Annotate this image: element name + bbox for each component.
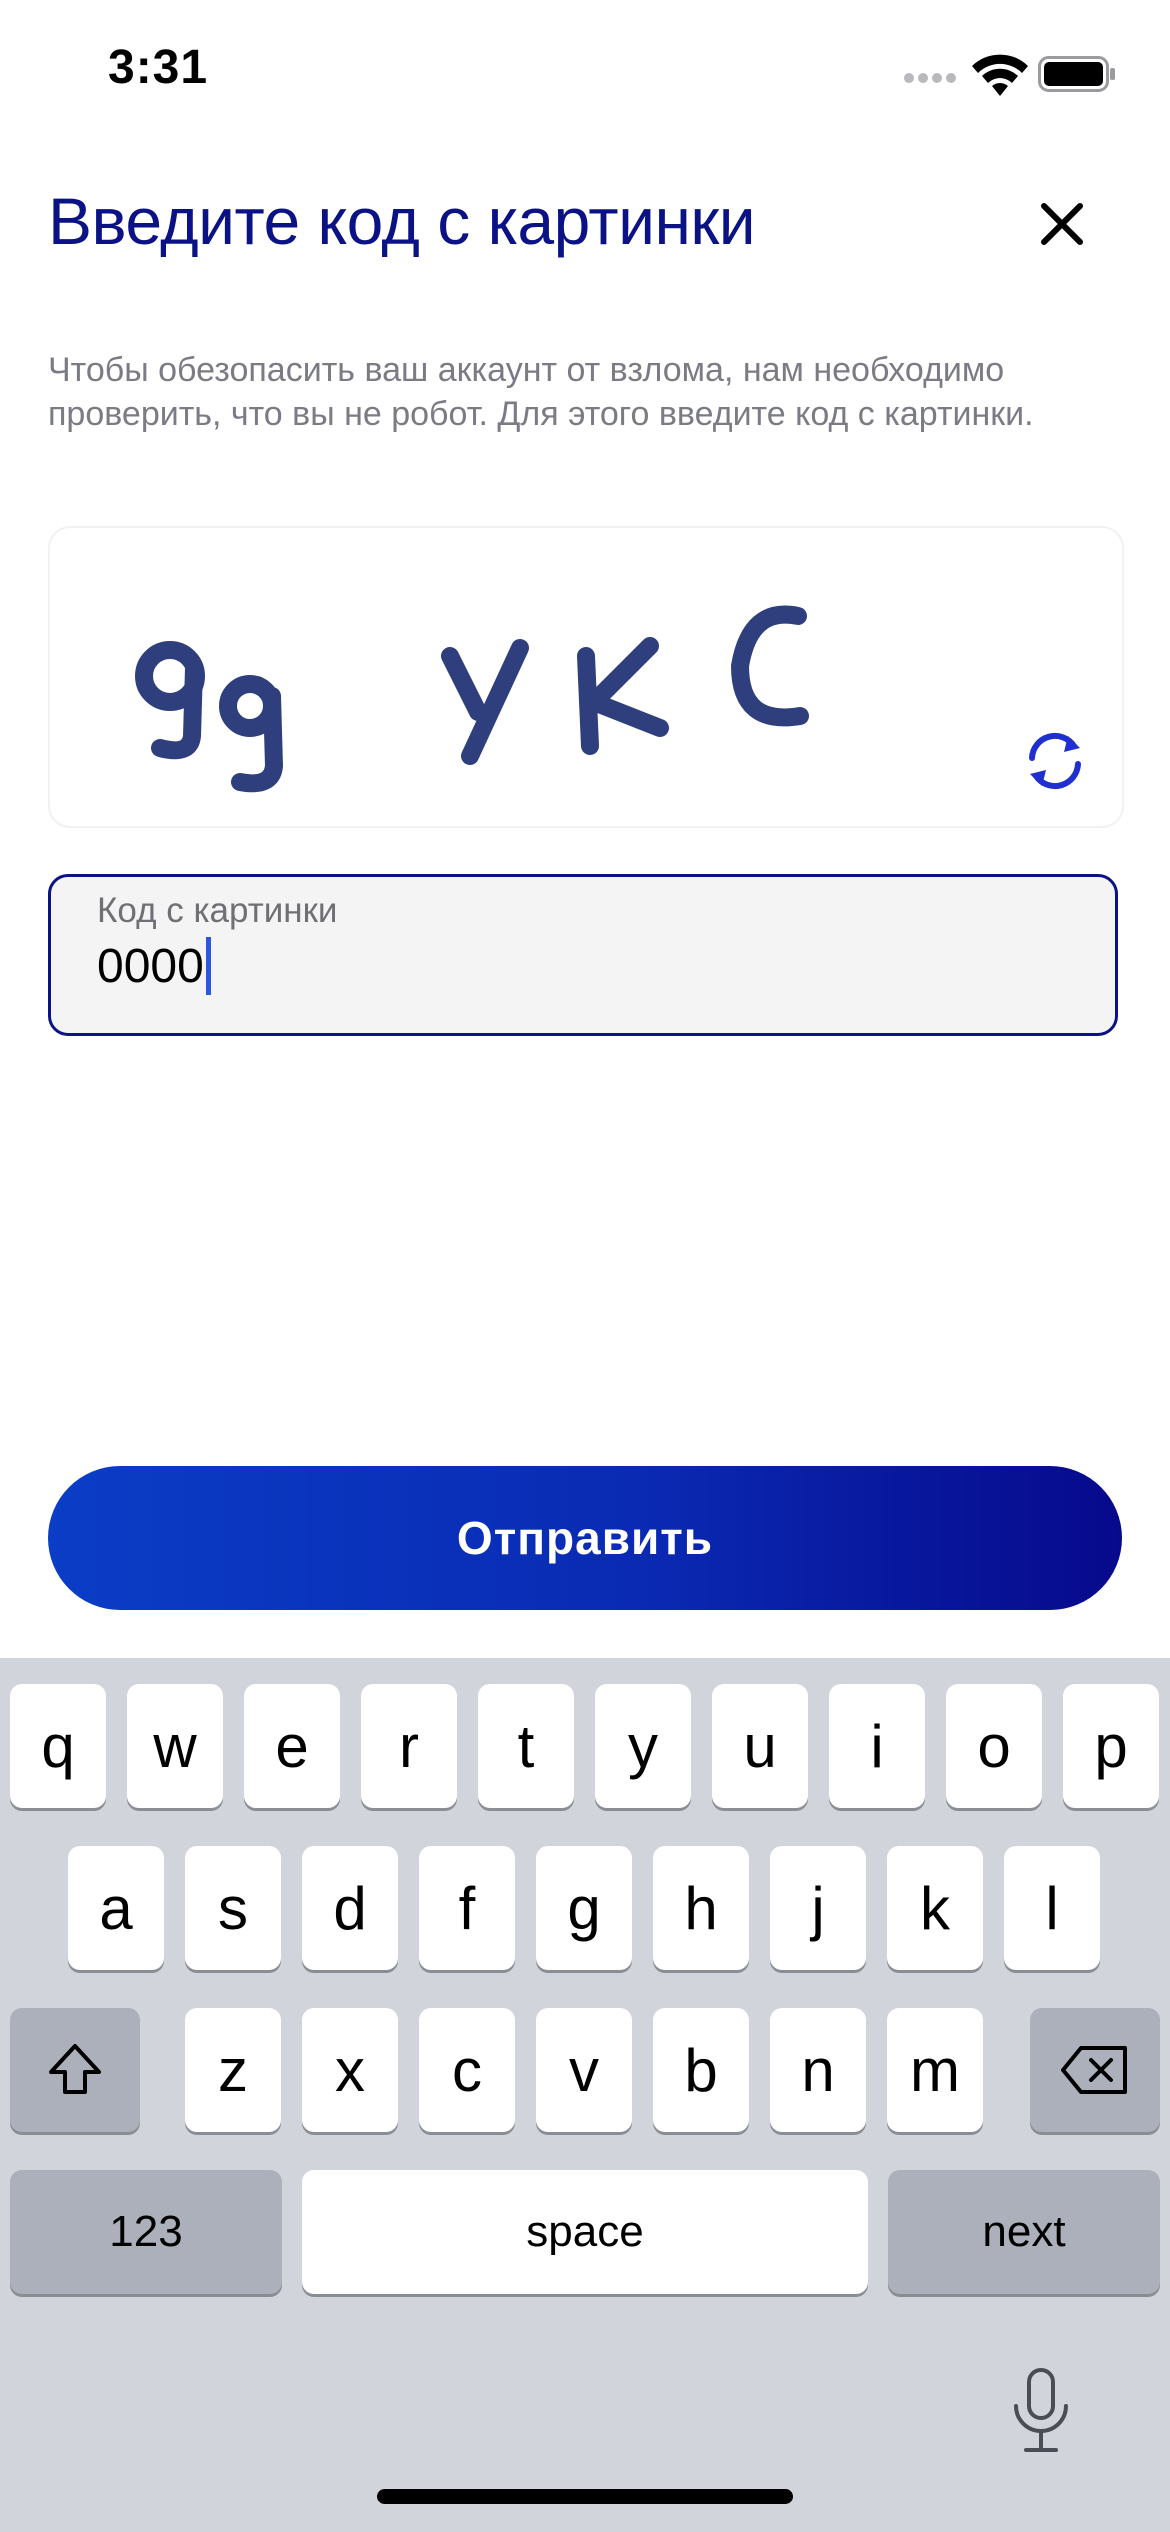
key-k[interactable]: k xyxy=(887,1846,983,1970)
code-field-value: 0000 xyxy=(97,939,204,993)
key-n[interactable]: n xyxy=(770,2008,866,2132)
wifi-icon xyxy=(972,54,1028,96)
key-e[interactable]: e xyxy=(244,1684,340,1808)
key-i[interactable]: i xyxy=(829,1684,925,1808)
cellular-signal-icon xyxy=(904,73,956,83)
code-field-value-wrap[interactable]: 0000 xyxy=(97,937,211,995)
key-z[interactable]: z xyxy=(185,2008,281,2132)
key-m[interactable]: m xyxy=(887,2008,983,2132)
refresh-icon[interactable] xyxy=(1018,724,1092,798)
key-y[interactable]: y xyxy=(595,1684,691,1808)
key-p[interactable]: p xyxy=(1063,1684,1159,1808)
key-c[interactable]: c xyxy=(419,2008,515,2132)
key-t[interactable]: t xyxy=(478,1684,574,1808)
key-d[interactable]: d xyxy=(302,1846,398,1970)
status-time: 3:31 xyxy=(108,41,209,94)
key-v[interactable]: v xyxy=(536,2008,632,2132)
key-b[interactable]: b xyxy=(653,2008,749,2132)
key-f[interactable]: f xyxy=(419,1846,515,1970)
backspace-key[interactable] xyxy=(1030,2008,1160,2132)
submit-button[interactable]: Отправить xyxy=(48,1466,1122,1610)
key-q[interactable]: q xyxy=(10,1684,106,1808)
key-u[interactable]: u xyxy=(712,1684,808,1808)
space-key[interactable]: space xyxy=(302,2170,868,2294)
key-w[interactable]: w xyxy=(127,1684,223,1808)
code-field-label: Код с картинки xyxy=(97,891,338,930)
shift-icon xyxy=(49,2044,101,2094)
description-text: Чтобы обезопасить ваш аккаунт от взлома,… xyxy=(48,351,1034,433)
keyboard: q w e r t y u i o p a s d f g h j k l z … xyxy=(0,1658,1170,2532)
backspace-icon xyxy=(1061,2046,1127,2094)
key-s[interactable]: s xyxy=(185,1846,281,1970)
key-a[interactable]: a xyxy=(68,1846,164,1970)
shift-key[interactable] xyxy=(10,2008,140,2132)
status-bar: 3:31 xyxy=(0,0,1170,150)
key-g[interactable]: g xyxy=(536,1846,632,1970)
numbers-key[interactable]: 123 xyxy=(10,2170,282,2294)
text-caret xyxy=(205,937,211,995)
captcha-container xyxy=(48,526,1124,828)
microphone-icon[interactable] xyxy=(1010,2366,1072,2456)
home-indicator xyxy=(377,2489,793,2504)
key-x[interactable]: x xyxy=(302,2008,398,2132)
close-icon[interactable] xyxy=(1028,190,1096,258)
battery-icon xyxy=(1038,56,1115,92)
key-j[interactable]: j xyxy=(770,1846,866,1970)
page-title: Введите код с картинки xyxy=(48,184,756,258)
key-o[interactable]: o xyxy=(946,1684,1042,1808)
key-h[interactable]: h xyxy=(653,1846,749,1970)
key-r[interactable]: r xyxy=(361,1684,457,1808)
key-l[interactable]: l xyxy=(1004,1846,1100,1970)
next-key[interactable]: next xyxy=(888,2170,1160,2294)
captcha-image xyxy=(135,605,809,793)
captcha-code-input[interactable]: Код с картинки 0000 xyxy=(48,874,1118,1036)
